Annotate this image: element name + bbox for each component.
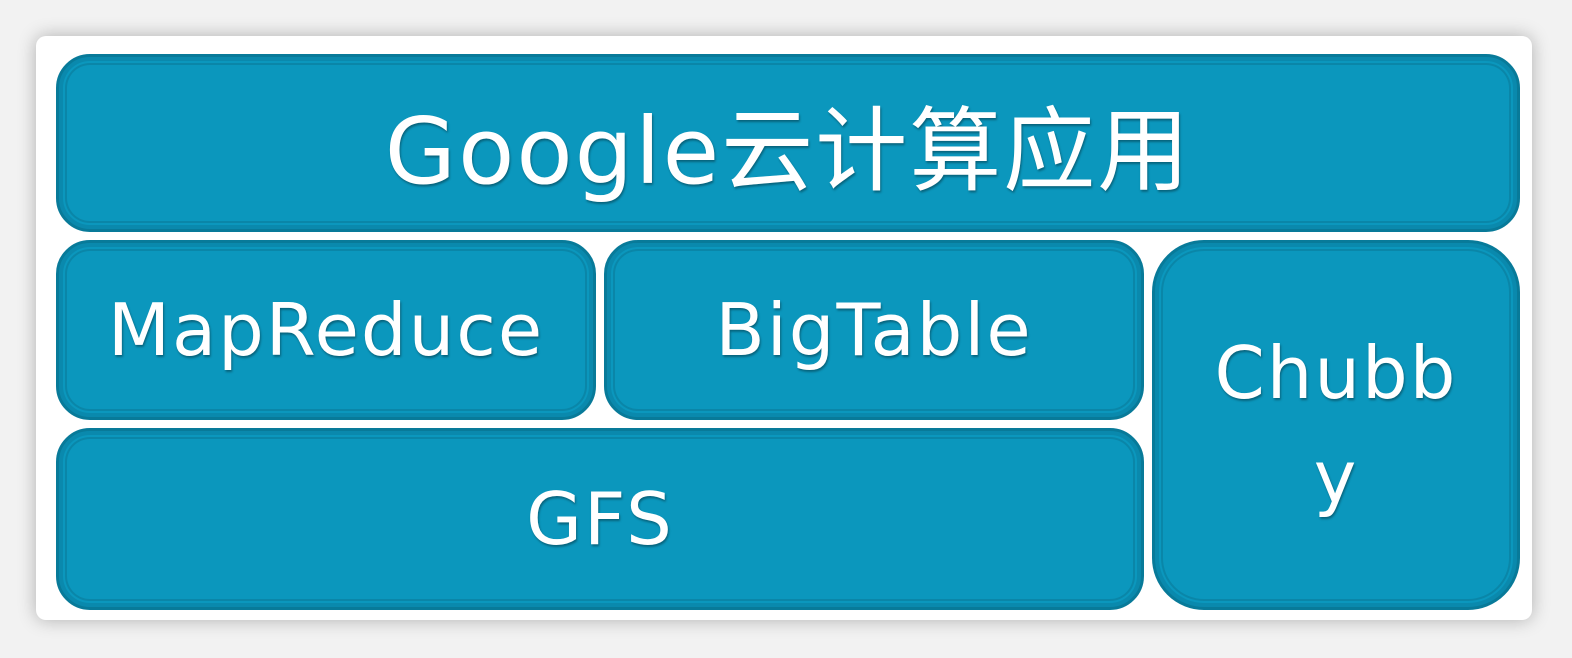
google-cloud-apps-block: Google云计算应用 — [56, 54, 1520, 232]
google-cloud-apps-label: Google云计算应用 — [384, 97, 1192, 205]
mapreduce-label: MapReduce — [107, 288, 545, 372]
gfs-label: GFS — [526, 477, 674, 561]
gfs-block: GFS — [56, 428, 1144, 610]
bigtable-label: BigTable — [715, 288, 1033, 372]
chubby-label-line1: Chubb — [1214, 330, 1458, 415]
chubby-block: Chubb y — [1152, 240, 1520, 610]
mapreduce-block: MapReduce — [56, 240, 596, 420]
bigtable-block: BigTable — [604, 240, 1144, 420]
diagram-card: Google云计算应用 MapReduce BigTable GFS Chubb… — [36, 36, 1532, 620]
chubby-label-line2: y — [1313, 435, 1359, 519]
